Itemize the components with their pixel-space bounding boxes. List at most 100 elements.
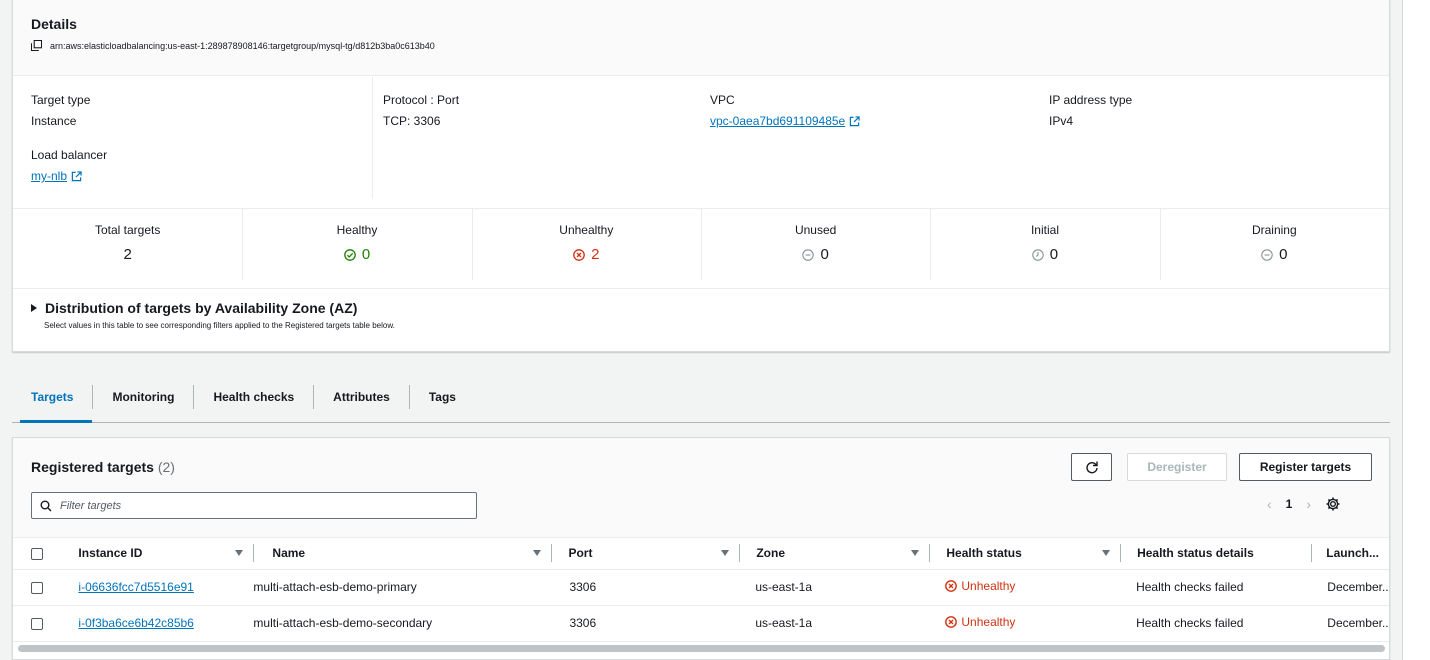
tab-bar: Targets Monitoring Health checks Attribu…: [12, 382, 1390, 423]
load-balancer-link[interactable]: my-nlb: [31, 169, 82, 183]
sort-icon: [721, 550, 730, 557]
zone-cell: us-east-1a: [739, 605, 930, 642]
col-label: Port: [568, 546, 593, 561]
stat-draining[interactable]: Draining 0: [1159, 209, 1389, 288]
stat-number: 0: [361, 246, 371, 263]
select-all-checkbox[interactable]: [31, 548, 43, 561]
refresh-icon: [1085, 461, 1098, 474]
col-name[interactable]: Name: [253, 538, 552, 570]
column-divider[interactable]: [551, 544, 553, 563]
az-distribution: Distribution of targets by Availability …: [31, 300, 395, 330]
refresh-button[interactable]: [1071, 453, 1112, 481]
stat-value: 0: [343, 246, 371, 263]
caret-right-icon: [31, 304, 37, 312]
tab-targets[interactable]: Targets: [12, 382, 93, 423]
table-row[interactable]: i-0f3ba6ce6b42c85b6 multi-attach-esb-dem…: [13, 605, 1389, 642]
tab-monitoring[interactable]: Monitoring: [93, 382, 193, 422]
tab-tags[interactable]: Tags: [410, 382, 475, 422]
vpc-value: vpc-0aea7bd691109485e: [710, 114, 846, 128]
stat-number: 0: [820, 246, 829, 263]
row-select-cell: [13, 605, 79, 642]
col-launch[interactable]: Launch...: [1311, 538, 1389, 570]
col-zone[interactable]: Zone: [739, 538, 930, 570]
vpc-label: VPC: [710, 93, 735, 107]
register-targets-button[interactable]: Register targets: [1239, 453, 1372, 481]
stat-unhealthy[interactable]: Unhealthy 2: [471, 209, 701, 288]
horizontal-scrollbar[interactable]: [18, 645, 1385, 652]
sort-icon: [1102, 550, 1111, 557]
vpc-link[interactable]: vpc-0aea7bd691109485e: [710, 114, 860, 128]
details-title: Details: [31, 16, 77, 32]
tab-attributes[interactable]: Attributes: [314, 382, 409, 422]
external-link-icon: [850, 115, 860, 126]
select-all-cell: [13, 538, 79, 570]
minus-circle-icon: [1261, 248, 1273, 261]
x-circle-icon: [573, 248, 585, 261]
target-type-value: Instance: [31, 114, 77, 128]
gear-icon[interactable]: [1325, 496, 1341, 512]
stat-value: 0: [802, 246, 829, 263]
stat-label: Total targets: [94, 223, 161, 237]
stat-unused[interactable]: Unused 0: [700, 209, 930, 288]
properties-grid: Target type Instance Load balancer my-nl…: [13, 77, 1389, 209]
copy-icon[interactable]: [31, 40, 42, 51]
column-divider[interactable]: [1120, 544, 1122, 563]
column-divider[interactable]: [739, 544, 741, 563]
tab-health-checks[interactable]: Health checks: [194, 382, 313, 422]
column-divider[interactable]: [253, 544, 255, 563]
instance-id-link[interactable]: i-0f3ba6ce6b42c85b6: [78, 616, 193, 630]
az-distribution-subtitle: Select values in this table to see corre…: [44, 321, 395, 330]
target-stats: Total targets 2 Healthy 0 Unhealthy 2 Un…: [13, 209, 1389, 289]
stat-number: 2: [591, 246, 600, 263]
instance-id-link[interactable]: i-06636fcc7d5516e91: [78, 580, 193, 594]
sort-icon: [533, 550, 542, 557]
health-details-cell: Health checks failed: [1120, 569, 1312, 606]
health-status-cell: Unhealthy: [929, 569, 1121, 606]
deregister-button[interactable]: Deregister: [1127, 453, 1227, 481]
col-port[interactable]: Port: [551, 538, 740, 570]
col-instance-id[interactable]: Instance ID: [78, 538, 254, 570]
target-type-label: Target type: [31, 93, 91, 107]
table-row[interactable]: i-06636fcc7d5516e91 multi-attach-esb-dem…: [13, 569, 1389, 606]
stat-label: Unused: [794, 223, 837, 237]
col-health-status-details[interactable]: Health status details: [1120, 538, 1312, 570]
prev-page-icon[interactable]: ‹: [1267, 496, 1272, 512]
stat-healthy[interactable]: Healthy 0: [242, 209, 471, 288]
registered-targets-panel: Registered targets (2) Deregister Regist…: [12, 437, 1390, 660]
health-details-cell: Health checks failed: [1120, 605, 1312, 642]
registered-targets-count: (2): [157, 459, 175, 475]
clock-icon: [1032, 248, 1044, 261]
external-link-icon: [71, 170, 82, 181]
stat-value: 2: [123, 246, 131, 263]
row-checkbox[interactable]: [31, 581, 43, 594]
current-page[interactable]: 1: [1286, 497, 1293, 511]
column-divider[interactable]: [929, 544, 931, 563]
load-balancer-value: my-nlb: [31, 169, 68, 183]
column-divider[interactable]: [1311, 544, 1313, 563]
col-label: Name: [272, 546, 306, 561]
next-page-icon[interactable]: ›: [1306, 496, 1311, 512]
stat-value: 0: [1261, 246, 1287, 263]
health-status-cell: Unhealthy: [929, 605, 1121, 642]
az-distribution-toggle[interactable]: Distribution of targets by Availability …: [31, 300, 395, 316]
col-health-status[interactable]: Health status: [929, 538, 1121, 570]
prop-col-2: Protocol : Port TCP: 3306: [383, 77, 713, 199]
stat-total: Total targets 2: [13, 209, 242, 288]
health-status-text: Unhealthy: [961, 615, 1016, 629]
instance-id-cell: i-0f3ba6ce6b42c85b6: [78, 605, 254, 642]
registered-targets-header: Registered targets (2) Deregister Regist…: [13, 438, 1389, 538]
filter-targets-search[interactable]: [31, 492, 477, 519]
col-label: Zone: [756, 546, 785, 561]
load-balancer-label: Load balancer: [31, 148, 108, 162]
target-group-page: Details arn:aws:elasticloadbalancing:us-…: [0, 0, 1402, 660]
stat-initial[interactable]: Initial 0: [930, 209, 1159, 288]
pagination: ‹ 1 ›: [1267, 496, 1341, 512]
filter-targets-input[interactable]: [60, 499, 460, 512]
protocol-label: Protocol : Port: [383, 93, 460, 107]
details-panel: Details arn:aws:elasticloadbalancing:us-…: [12, 0, 1390, 352]
row-checkbox[interactable]: [31, 617, 43, 630]
sort-icon: [911, 550, 920, 557]
ip-type-value: IPv4: [1049, 114, 1074, 128]
port-cell: 3306: [551, 605, 740, 642]
row-select-cell: [13, 569, 79, 606]
